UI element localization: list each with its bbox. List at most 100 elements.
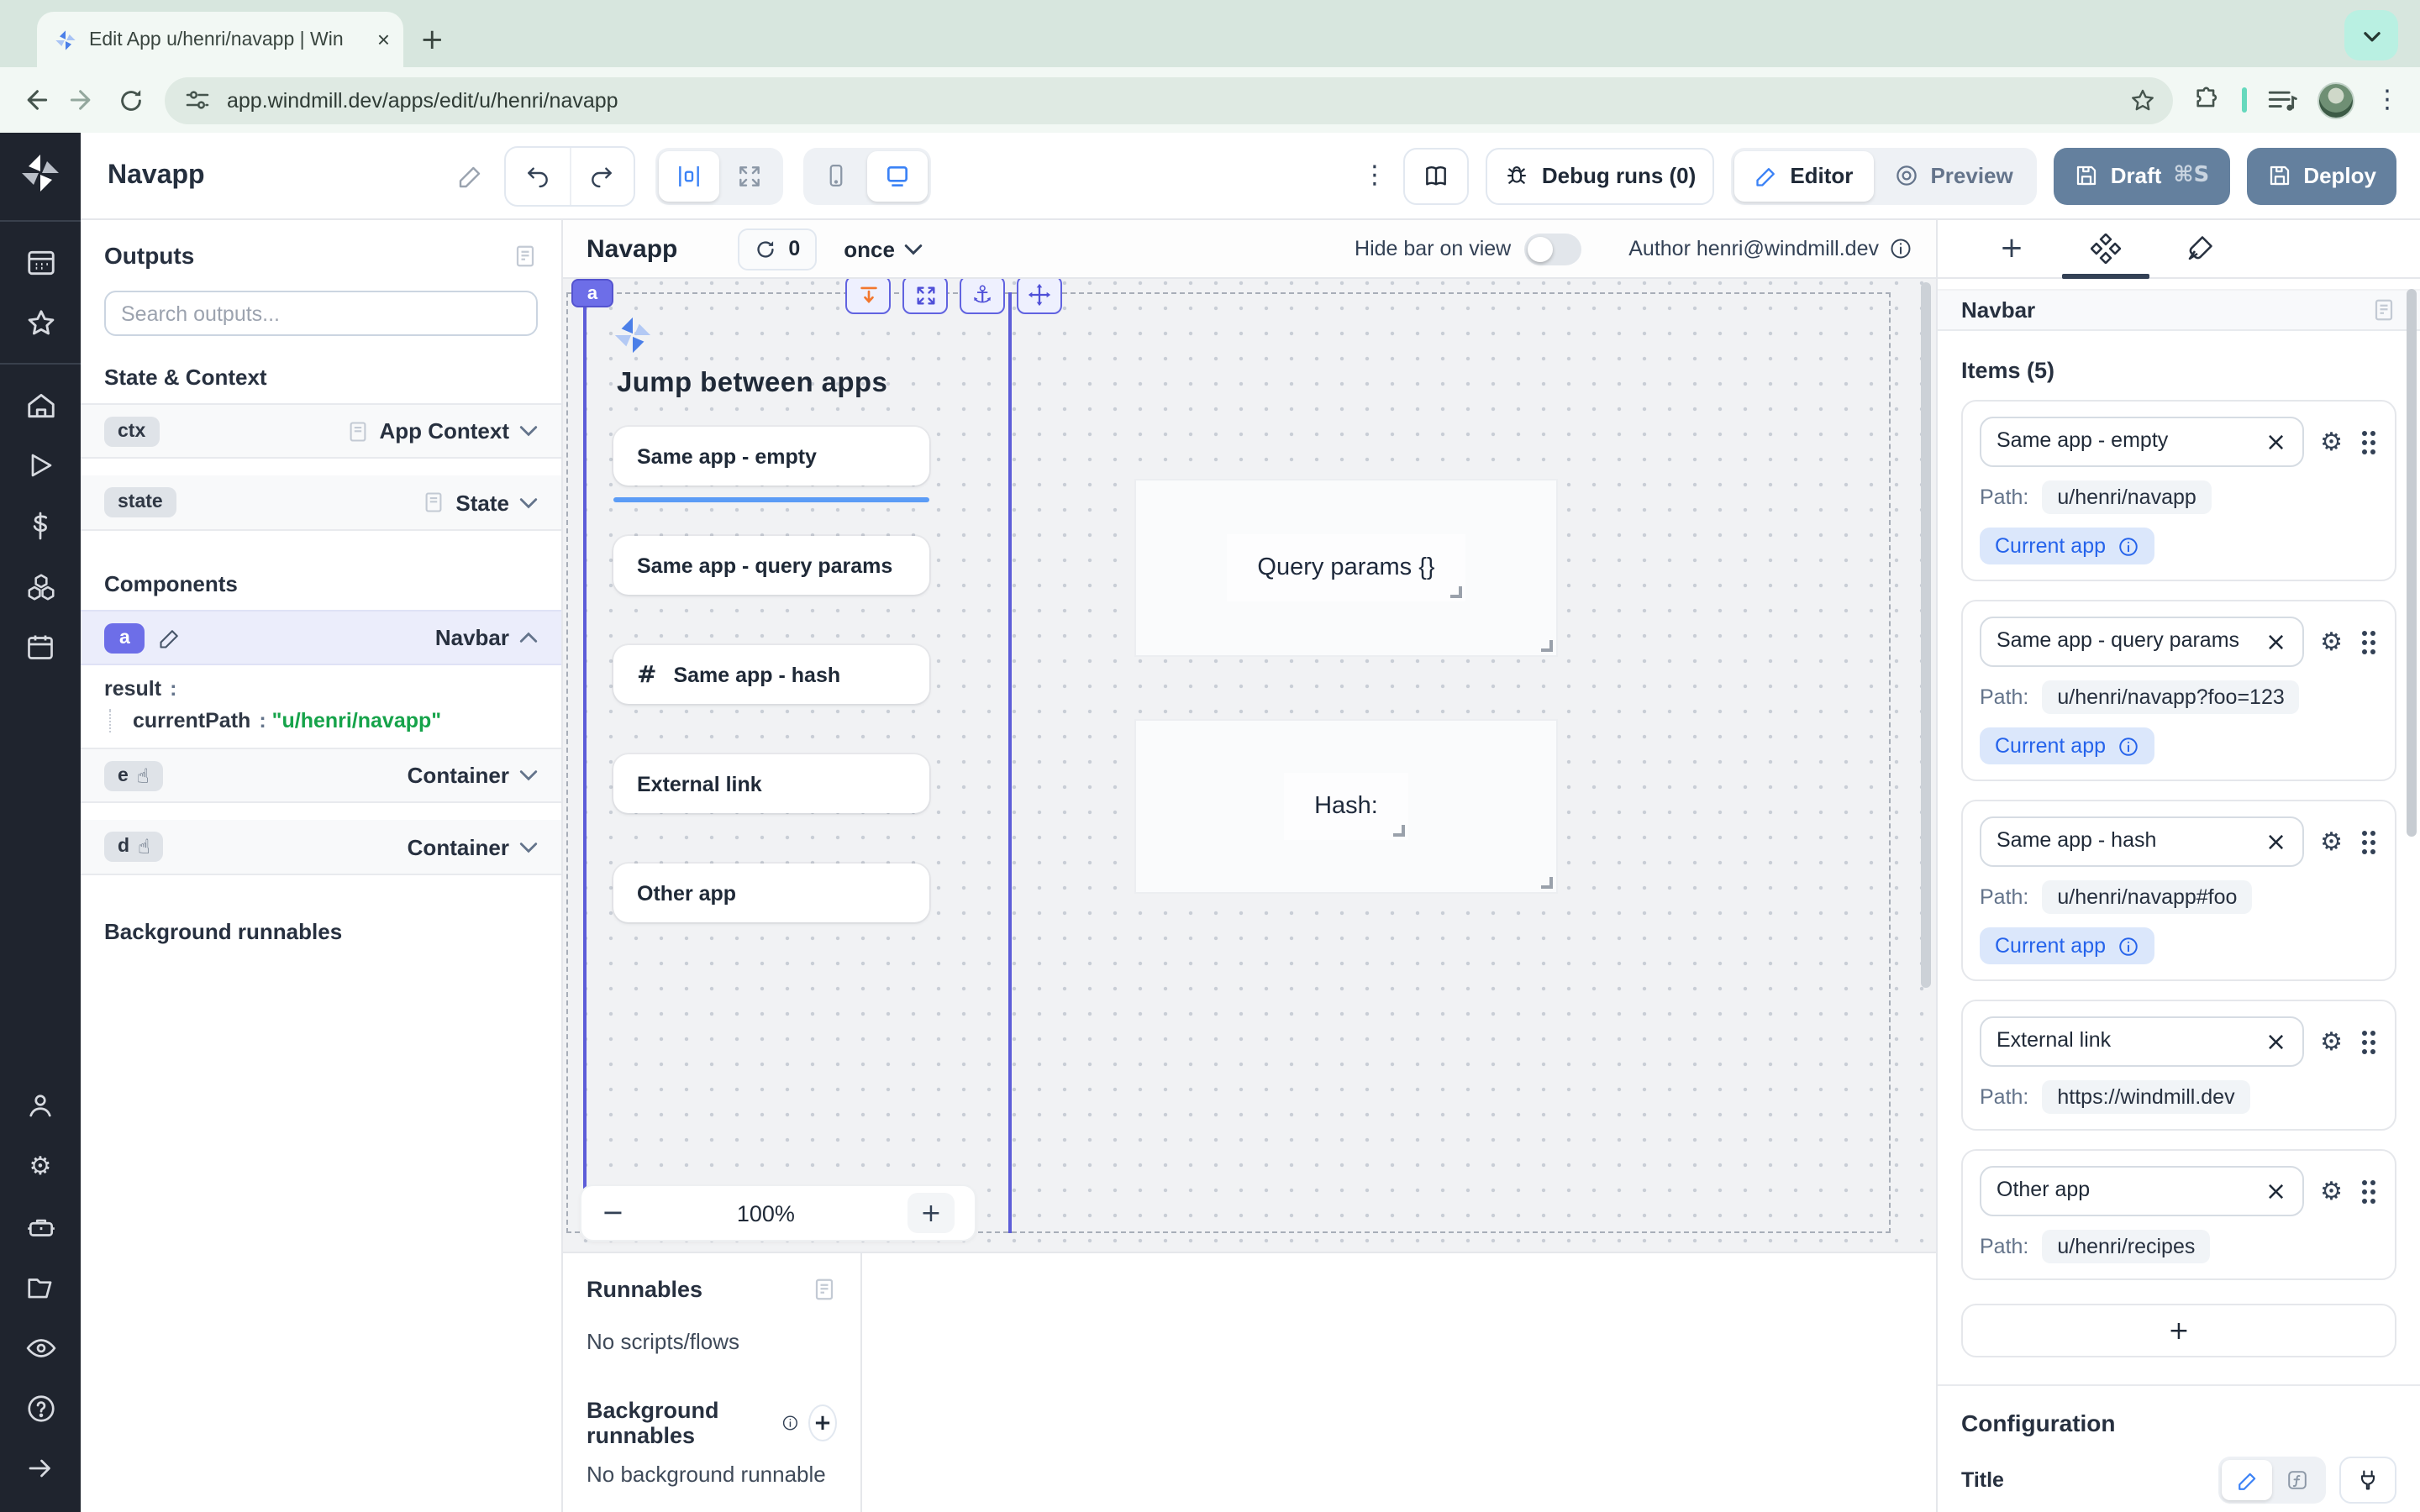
info-icon[interactable]	[2118, 535, 2139, 557]
favorites-star-icon[interactable]	[15, 297, 66, 348]
drag-handle-icon[interactable]	[2360, 1027, 2378, 1056]
chevron-down-icon[interactable]	[519, 425, 538, 437]
reload-icon[interactable]	[118, 87, 145, 113]
component-row-container-e[interactable]: e ☝ Container	[81, 748, 561, 803]
panel-doc-icon[interactable]	[812, 1277, 837, 1302]
search-outputs-input[interactable]: Search outputs...	[104, 291, 538, 336]
chrome-chevron-button[interactable]	[2344, 10, 2398, 60]
resize-handle[interactable]	[1393, 825, 1405, 837]
navbar-link[interactable]: # Same app - query params	[613, 536, 929, 595]
item-settings-gear-icon[interactable]: ⚙	[2320, 829, 2343, 854]
item-settings-gear-icon[interactable]: ⚙	[2320, 1029, 2343, 1054]
ctx-row[interactable]: ctx App Context	[81, 403, 561, 459]
anchor-button[interactable]: ⚓	[960, 279, 1005, 314]
back-icon[interactable]	[20, 86, 49, 114]
app-canvas[interactable]: a ⚓ Jump between apps #	[563, 279, 1936, 1252]
remove-item-icon[interactable]: ×	[2265, 1179, 2286, 1204]
editor-tab[interactable]: Editor	[1734, 150, 1873, 201]
chevron-down-icon[interactable]	[519, 769, 538, 781]
redo-button[interactable]	[570, 147, 634, 204]
component-row-container-d[interactable]: d ☝ Container	[81, 820, 561, 875]
component-row-navbar[interactable]: a Navbar	[81, 610, 561, 665]
resize-handle[interactable]	[1541, 640, 1553, 652]
variables-icon[interactable]	[15, 501, 66, 551]
panel-doc-icon[interactable]	[2371, 297, 2396, 323]
centered-layout-button[interactable]	[659, 150, 719, 201]
drag-handle-icon[interactable]	[2360, 428, 2378, 456]
user-icon[interactable]	[15, 1080, 66, 1131]
remove-item-icon[interactable]: ×	[2265, 829, 2286, 854]
resize-handle[interactable]	[1450, 586, 1462, 598]
url-bar[interactable]: app.windmill.dev/apps/edit/u/henri/navap…	[165, 76, 2173, 123]
chevron-down-icon[interactable]	[519, 841, 538, 853]
state-row[interactable]: state State	[81, 475, 561, 531]
component-settings-tab[interactable]	[2059, 220, 2153, 277]
remove-item-icon[interactable]: ×	[2265, 629, 2286, 654]
add-item-button[interactable]: +	[1961, 1304, 2396, 1357]
add-background-runnable-button[interactable]: +	[808, 1404, 837, 1441]
navbar-link[interactable]: # Other app	[613, 864, 929, 922]
insert-component-tab[interactable]: +	[1965, 220, 2059, 277]
debug-runs-button[interactable]: Debug runs (0)	[1486, 147, 1714, 204]
windmill-logo-icon[interactable]	[20, 153, 60, 193]
mobile-view-button[interactable]	[807, 150, 867, 201]
item-label-field[interactable]: Same app - empty ×	[1980, 417, 2303, 467]
item-settings-gear-icon[interactable]: ⚙	[2320, 429, 2343, 454]
runs-icon[interactable]	[15, 440, 66, 491]
workers-icon[interactable]	[15, 1201, 66, 1252]
site-settings-icon[interactable]	[185, 87, 210, 113]
preview-tab[interactable]: Preview	[1873, 150, 2033, 201]
forward-icon[interactable]	[69, 86, 97, 114]
home-icon[interactable]	[15, 380, 66, 430]
deploy-button[interactable]: Deploy	[2246, 147, 2396, 204]
new-tab-icon[interactable]: +	[420, 27, 445, 55]
edit-id-pencil-icon[interactable]	[159, 626, 182, 649]
move-button[interactable]	[1017, 279, 1062, 314]
chevron-up-icon[interactable]	[519, 632, 538, 643]
bookmark-star-icon[interactable]	[2129, 87, 2156, 113]
rename-pencil-icon[interactable]	[457, 162, 484, 189]
info-icon[interactable]	[2118, 935, 2139, 957]
query-params-container[interactable]: Query params {}	[1134, 479, 1558, 657]
resize-handle[interactable]	[1541, 877, 1553, 889]
connect-plug-button[interactable]	[2339, 1457, 2396, 1504]
zoom-out-button[interactable]: −	[602, 1200, 624, 1226]
canvas-scrollbar[interactable]	[1921, 282, 1931, 988]
fill-height-button[interactable]	[845, 279, 891, 314]
info-icon[interactable]	[1889, 237, 1912, 260]
static-value-button[interactable]	[2222, 1460, 2272, 1500]
info-icon[interactable]	[2118, 735, 2139, 757]
navbar-link[interactable]: # Same app - empty	[613, 427, 929, 486]
panel-doc-icon[interactable]	[513, 243, 538, 268]
settings-scrollbar[interactable]	[2407, 289, 2417, 837]
help-icon[interactable]	[15, 1383, 66, 1433]
media-playlist-icon[interactable]	[2267, 87, 2297, 113]
more-options-icon[interactable]: ⋮	[1362, 163, 1387, 188]
drag-handle-icon[interactable]	[2360, 1177, 2378, 1205]
chevron-down-icon[interactable]	[519, 496, 538, 508]
browser-tab[interactable]: Edit App u/henri/navapp | Win ×	[37, 12, 403, 67]
resources-icon[interactable]	[15, 561, 66, 612]
draft-button[interactable]: Draft ⌘S	[2054, 147, 2230, 204]
undo-button[interactable]	[506, 147, 570, 204]
theme-tab[interactable]	[2153, 220, 2247, 277]
item-label-field[interactable]: Same app - query params ×	[1980, 617, 2303, 667]
navbar-link[interactable]: # External link	[613, 754, 929, 813]
folders-icon[interactable]	[15, 1262, 66, 1312]
hide-bar-toggle[interactable]	[1524, 233, 1581, 265]
close-tab-icon[interactable]: ×	[377, 27, 390, 52]
profile-avatar[interactable]	[2317, 81, 2354, 118]
docs-button[interactable]	[1404, 147, 1470, 204]
expand-button[interactable]	[902, 279, 948, 314]
audit-eye-icon[interactable]	[15, 1322, 66, 1373]
schedules-icon[interactable]	[15, 622, 66, 672]
navbar-component[interactable]: Jump between apps # Same app - empty # S…	[613, 316, 983, 922]
zoom-in-button[interactable]: +	[908, 1193, 955, 1233]
settings-gear-icon[interactable]: ⚙	[15, 1141, 66, 1191]
remove-item-icon[interactable]: ×	[2265, 429, 2286, 454]
desktop-view-button[interactable]	[867, 150, 928, 201]
item-settings-gear-icon[interactable]: ⚙	[2320, 1179, 2343, 1204]
full-width-button[interactable]	[719, 150, 780, 201]
browser-menu-icon[interactable]: ⋮	[2375, 87, 2400, 113]
selected-component-badge[interactable]: a	[571, 279, 613, 307]
